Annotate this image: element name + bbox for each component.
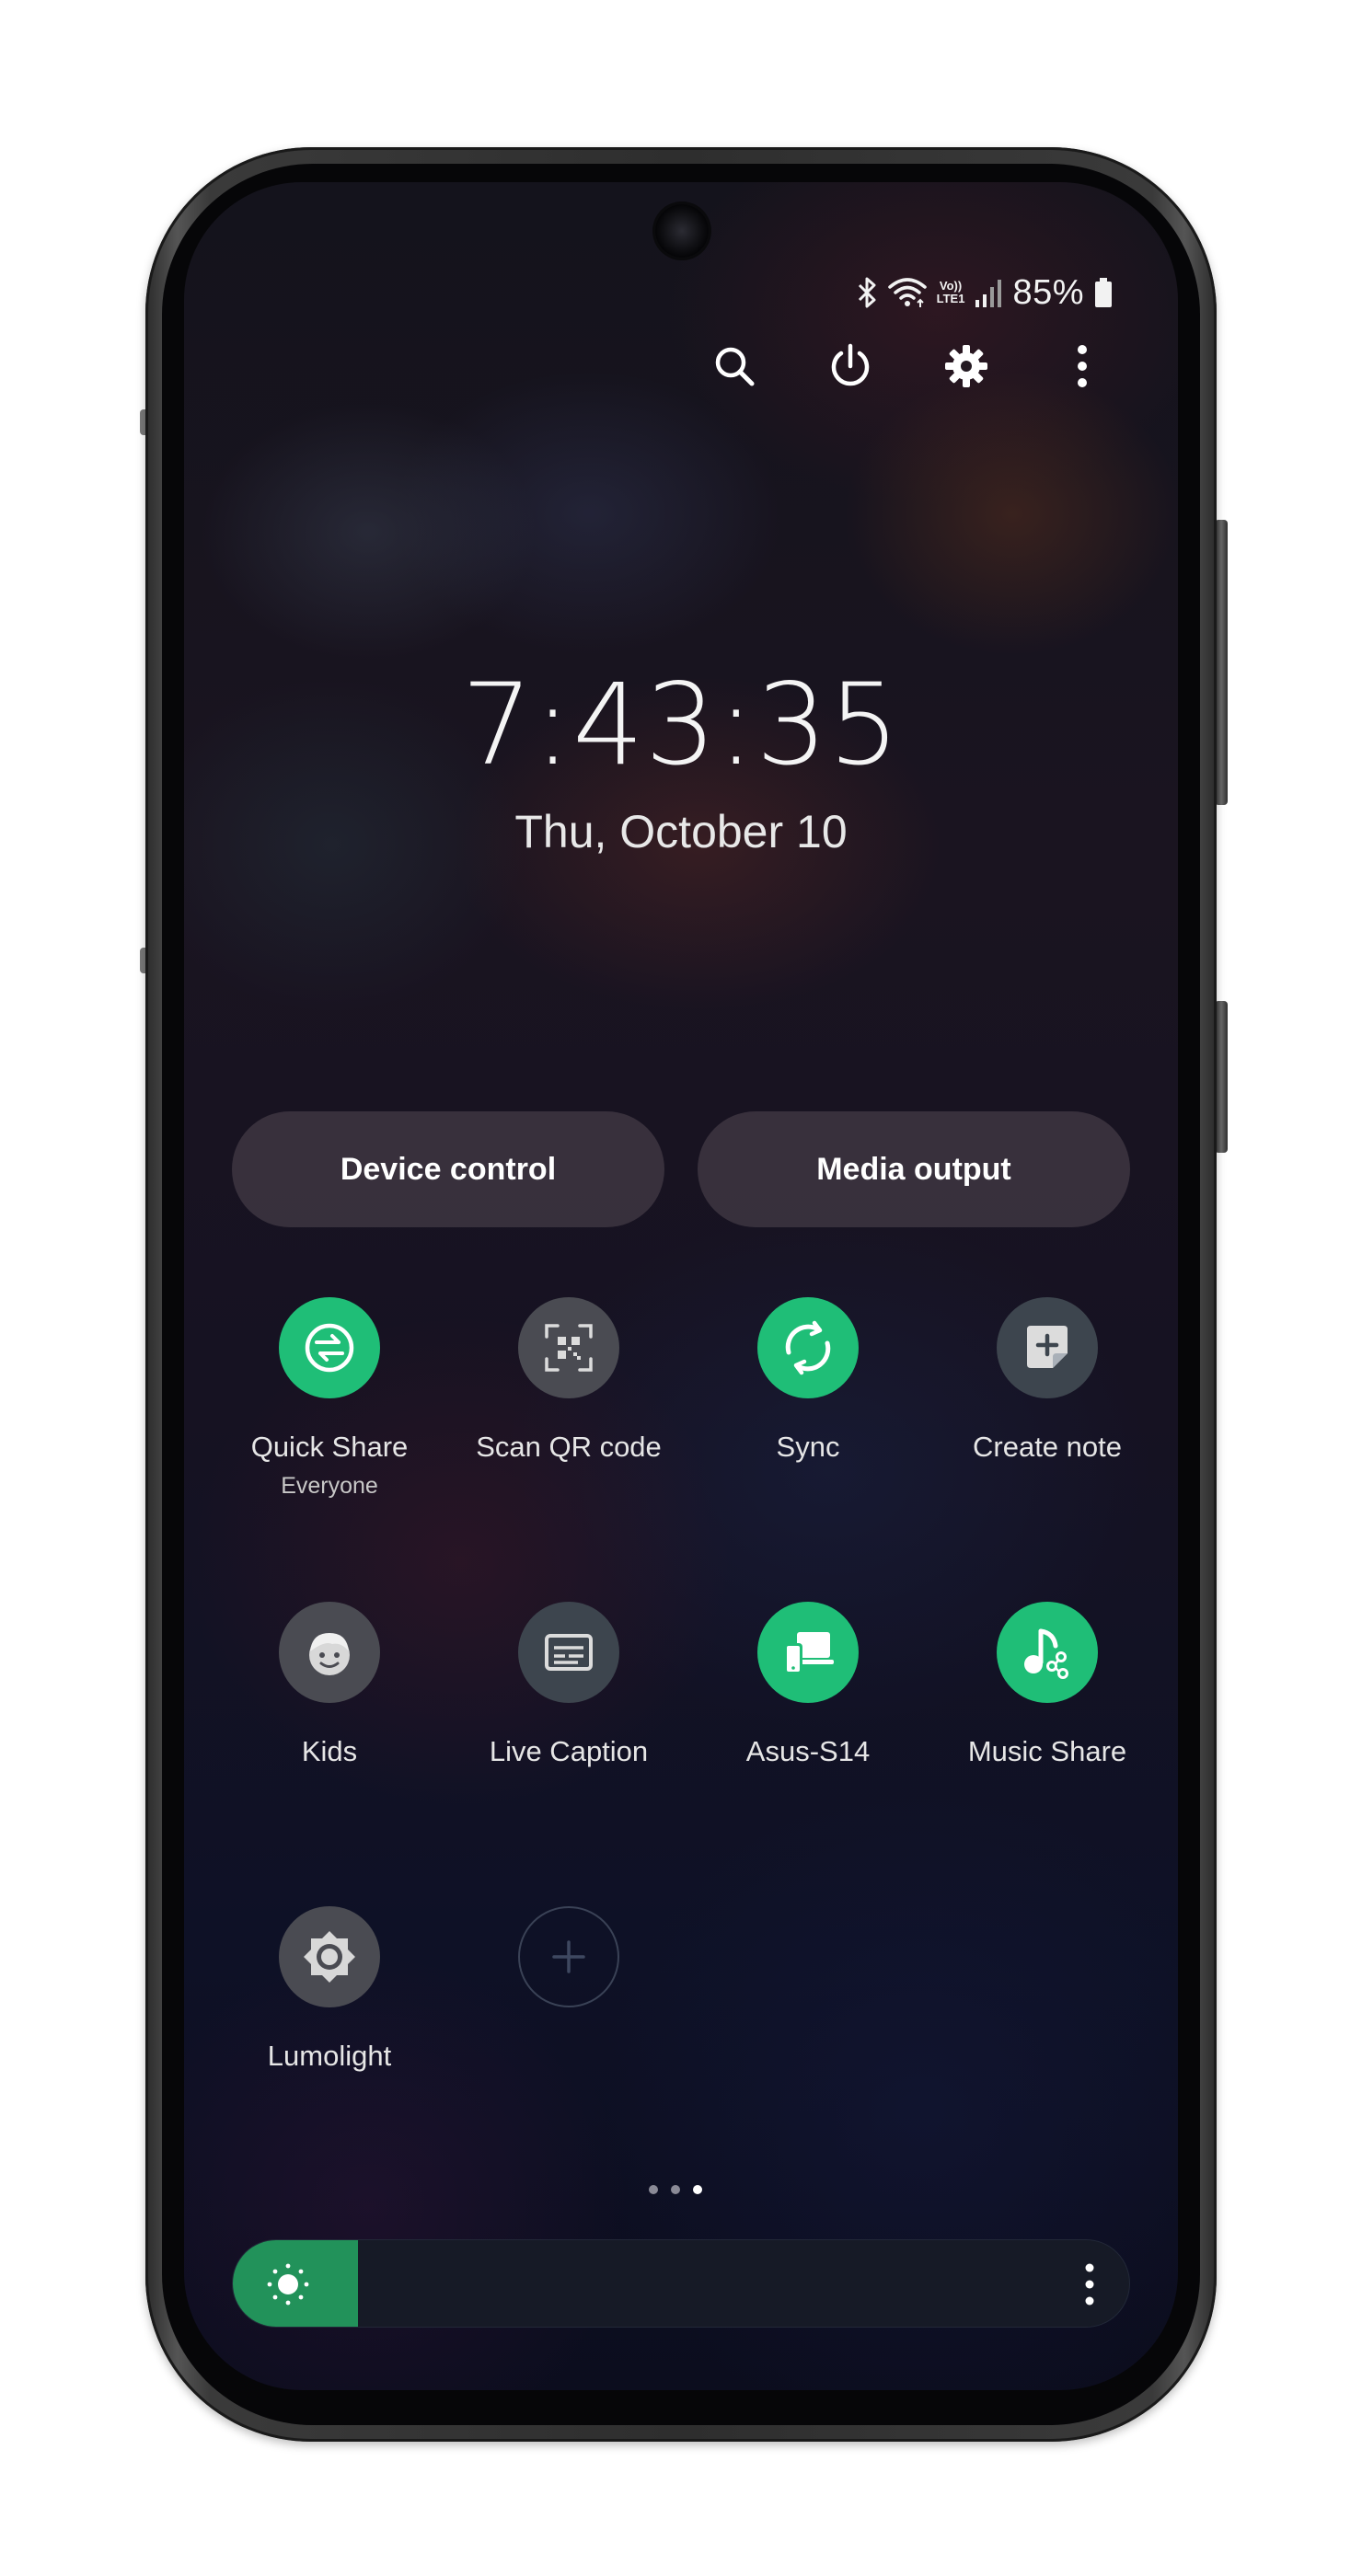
media-output-button[interactable]: Media output — [698, 1111, 1130, 1227]
lte-label: LTE1 — [936, 292, 965, 305]
tile-quick-share[interactable]: Quick Share Everyone — [210, 1297, 449, 1527]
plus-icon — [552, 1940, 585, 1973]
brightness-options-button[interactable] — [1076, 2257, 1103, 2312]
volte-lte-indicator: Vo)) LTE1 — [937, 280, 965, 305]
more-vertical-icon — [1078, 345, 1087, 387]
tile-scan-qr-toggle[interactable] — [518, 1297, 619, 1398]
settings-button[interactable] — [931, 331, 1001, 401]
battery-icon — [1093, 276, 1114, 309]
tile-asus-s14-label: Asus-S14 — [745, 1735, 871, 1767]
tile-quick-share-sublabel: Everyone — [281, 1473, 378, 1499]
tile-kids[interactable]: Kids — [210, 1602, 449, 1832]
page-dot-2[interactable] — [671, 2185, 680, 2194]
more-vertical-icon — [1085, 2263, 1094, 2306]
tile-live-caption-label: Live Caption — [489, 1735, 649, 1767]
cell-signal-icon — [974, 276, 1003, 309]
status-bar: Vo)) LTE1 85% — [858, 272, 1114, 313]
tile-kids-label: Kids — [301, 1735, 358, 1767]
more-options-button[interactable] — [1047, 331, 1117, 401]
brightness-slider[interactable] — [232, 2239, 1130, 2328]
quick-share-icon — [305, 1323, 354, 1373]
tile-lumolight[interactable]: Lumolight — [210, 1906, 449, 2136]
live-caption-icon — [545, 1634, 593, 1671]
tile-sync-label: Sync — [776, 1431, 840, 1463]
tile-scan-qr[interactable]: Scan QR code — [449, 1297, 688, 1527]
volume-side-button[interactable] — [1215, 1001, 1228, 1153]
tile-create-note-toggle[interactable] — [997, 1297, 1098, 1398]
tile-lumolight-toggle[interactable] — [279, 1906, 380, 2007]
front-camera — [655, 204, 709, 258]
tile-quick-share-toggle[interactable] — [279, 1297, 380, 1398]
tile-sync-toggle[interactable] — [757, 1297, 859, 1398]
add-tile-button[interactable] — [518, 1906, 619, 2007]
page-indicator — [649, 2185, 702, 2194]
clock-date[interactable]: Thu, October 10 — [184, 804, 1178, 859]
tile-quick-share-label: Quick Share — [250, 1431, 409, 1463]
volte-label: Vo)) — [939, 279, 963, 293]
power-icon — [831, 343, 870, 386]
music-share-icon — [1024, 1628, 1068, 1679]
sun-icon — [266, 2262, 310, 2306]
battery-percentage: 85% — [1012, 272, 1084, 312]
search-button[interactable] — [699, 331, 769, 401]
sync-icon — [785, 1320, 831, 1375]
bluetooth-icon — [858, 276, 878, 309]
tile-music-share-toggle[interactable] — [997, 1602, 1098, 1703]
tile-create-note-label: Create note — [973, 1431, 1122, 1463]
tile-scan-qr-label: Scan QR code — [476, 1431, 662, 1463]
clock-time[interactable]: 7:43:35 — [184, 661, 1178, 789]
tile-create-note[interactable]: Create note — [928, 1297, 1167, 1527]
device-link-icon — [784, 1632, 834, 1674]
tile-sync[interactable]: Sync — [688, 1297, 928, 1527]
tile-asus-s14-toggle[interactable] — [757, 1602, 859, 1703]
quick-settings-panel: Vo)) LTE1 85% 7:43:35 Thu, October 10 De… — [184, 182, 1178, 2390]
tile-asus-s14[interactable]: Asus-S14 — [688, 1602, 928, 1832]
tile-live-caption-toggle[interactable] — [518, 1602, 619, 1703]
power-side-button[interactable] — [1215, 520, 1228, 805]
tile-live-caption[interactable]: Live Caption — [449, 1602, 688, 1832]
qr-scan-icon — [545, 1324, 593, 1372]
kids-face-icon — [309, 1633, 350, 1675]
page-dot-1[interactable] — [649, 2185, 658, 2194]
gear-icon — [945, 345, 987, 387]
device-control-button[interactable]: Device control — [232, 1111, 664, 1227]
search-icon — [715, 347, 755, 386]
power-menu-button[interactable] — [815, 331, 885, 401]
top-action-bar — [699, 331, 1160, 401]
tile-lumolight-label: Lumolight — [267, 2040, 392, 2072]
page-dot-3[interactable] — [693, 2185, 702, 2194]
note-add-icon — [1027, 1326, 1068, 1368]
wifi-icon — [887, 276, 928, 309]
tile-kids-toggle[interactable] — [279, 1602, 380, 1703]
tile-music-share[interactable]: Music Share — [928, 1602, 1167, 1832]
tile-music-share-label: Music Share — [967, 1735, 1127, 1767]
brightness-auto-icon — [304, 1931, 355, 1983]
tile-add[interactable] — [449, 1906, 688, 2136]
